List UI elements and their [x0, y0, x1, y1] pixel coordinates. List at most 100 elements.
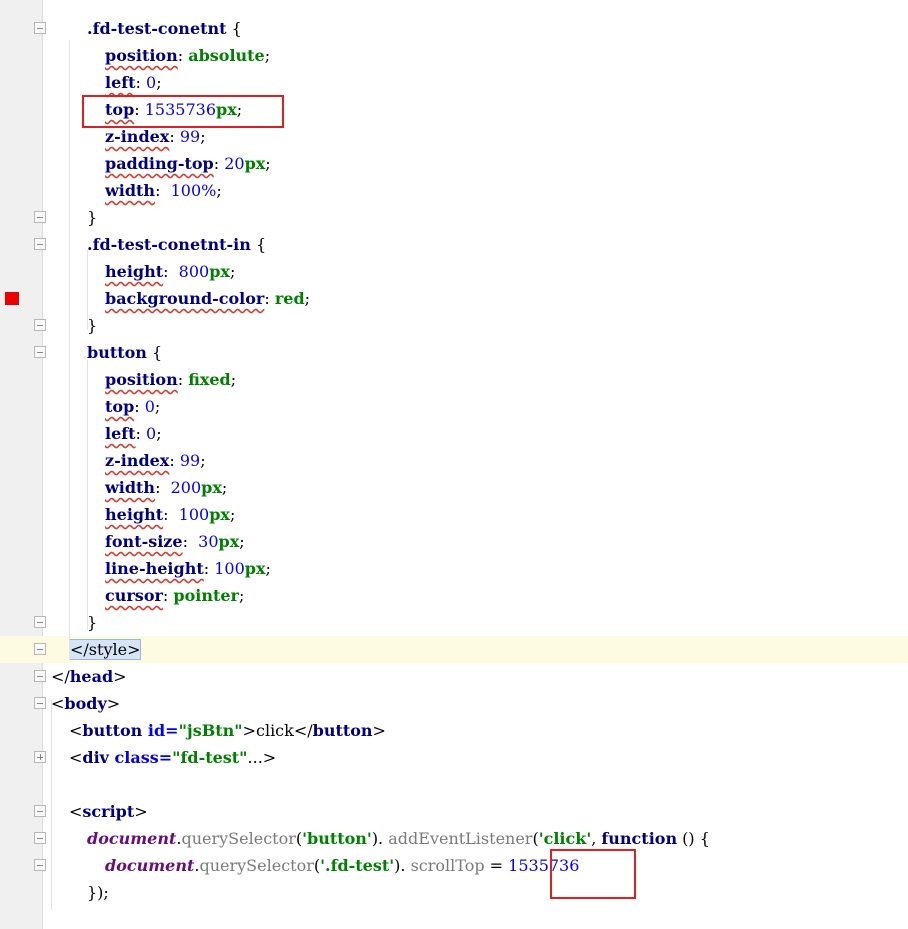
code-token: ; — [200, 451, 206, 470]
code-token: 'click' — [538, 829, 592, 848]
code-token: red — [274, 289, 305, 308]
code-line[interactable]: line-height: 100px; — [0, 555, 908, 582]
code-line[interactable]: background-color: red; — [0, 285, 908, 312]
fold-toggle-icon[interactable] — [34, 22, 46, 34]
code-line[interactable]: .fd-test-conetnt-in { — [0, 231, 908, 258]
code-token: line-height — [105, 559, 204, 578]
code-line[interactable]: cursor: pointer; — [0, 582, 908, 609]
code-line[interactable]: } — [0, 312, 908, 339]
code-token: { — [226, 19, 242, 38]
fold-toggle-icon[interactable] — [34, 697, 46, 709]
code-token: ; — [200, 127, 206, 146]
code-token: , — [591, 829, 602, 848]
fold-toggle-icon[interactable] — [34, 805, 46, 817]
code-token: id= — [147, 721, 179, 740]
code-token: ; — [239, 532, 245, 551]
indent-guide — [87, 250, 88, 330]
code-line[interactable]: left: 0; — [0, 420, 908, 447]
code-token: ). — [394, 856, 411, 875]
fold-toggle-icon[interactable] — [34, 346, 46, 358]
code-token: button — [312, 721, 373, 740]
code-line[interactable]: document.querySelector('.fd-test'). scro… — [0, 852, 908, 879]
code-token: div — [82, 748, 115, 767]
code-line[interactable]: <body> — [0, 690, 908, 717]
code-line[interactable]: } — [0, 204, 908, 231]
code-token: px — [244, 559, 266, 578]
code-line[interactable] — [0, 771, 908, 798]
code-token: height — [105, 505, 164, 524]
code-line[interactable]: } — [0, 609, 908, 636]
code-token: : — [177, 370, 189, 389]
code-token: class= — [114, 748, 173, 767]
code-line[interactable]: </style> — [0, 636, 908, 663]
code-token: > — [113, 667, 127, 686]
code-token: } — [87, 613, 98, 632]
code-line[interactable]: height: 800px; — [0, 258, 908, 285]
code-token: } — [87, 208, 98, 227]
code-token: querySelector — [199, 856, 314, 875]
code-token: : — [182, 532, 199, 551]
code-line[interactable]: font-size: 30px; — [0, 528, 908, 555]
code-token: : — [169, 127, 180, 146]
code-token: scrollTop — [410, 856, 485, 875]
code-line[interactable]: }); — [0, 879, 908, 906]
code-token: top — [105, 397, 135, 416]
code-token: width — [105, 181, 156, 200]
fold-toggle-icon[interactable] — [34, 238, 46, 250]
code-line[interactable]: width: 100%; — [0, 177, 908, 204]
code-token: ; — [238, 586, 245, 605]
code-line[interactable]: <script> — [0, 798, 908, 825]
fold-toggle-icon[interactable] — [34, 832, 46, 844]
code-token: : — [134, 397, 145, 416]
code-line[interactable]: top: 0; — [0, 393, 908, 420]
code-line[interactable]: padding-top: 20px; — [0, 150, 908, 177]
code-token: left — [105, 424, 136, 443]
code-token: 200 — [170, 478, 202, 497]
code-line[interactable]: z-index: 99; — [0, 447, 908, 474]
code-token: ; — [156, 424, 162, 443]
code-line[interactable]: document.querySelector('button'). addEve… — [0, 825, 908, 852]
code-token: ; — [265, 154, 271, 173]
code-token: z-index — [105, 451, 170, 470]
code-token: < — [69, 721, 83, 740]
code-token: "fd-test" — [172, 748, 248, 767]
fold-toggle-icon[interactable] — [34, 859, 46, 871]
code-line[interactable]: </head> — [0, 663, 908, 690]
code-token: px — [209, 505, 230, 524]
fold-toggle-icon[interactable] — [34, 211, 46, 223]
fold-toggle-icon[interactable] — [34, 643, 46, 655]
code-token: cursor — [105, 586, 163, 605]
code-line[interactable]: position: absolute; — [0, 42, 908, 69]
code-token: padding-top — [105, 154, 214, 173]
code-token: px — [201, 478, 222, 497]
code-token: ; — [154, 397, 161, 416]
code-token: button — [87, 343, 147, 362]
code-token: 800 — [178, 262, 210, 281]
code-token: querySelector — [181, 829, 296, 848]
code-line[interactable]: <div class="fd-test"...> — [0, 744, 908, 771]
fold-toggle-icon[interactable] — [34, 751, 46, 763]
code-line[interactable]: height: 100px; — [0, 501, 908, 528]
code-token: .fd-test-conetnt — [87, 19, 227, 38]
fold-toggle-icon[interactable] — [34, 319, 46, 331]
code-token: px — [209, 262, 230, 281]
code-token: position — [105, 370, 178, 389]
fold-toggle-icon[interactable] — [34, 670, 46, 682]
code-line[interactable]: width: 200px; — [0, 474, 908, 501]
code-token: 'button' — [302, 829, 372, 848]
code-token: "jsBtn" — [178, 721, 243, 740]
code-token: absolute — [188, 46, 265, 65]
code-token: font-size — [105, 532, 183, 551]
code-token: : — [177, 46, 189, 65]
indent-guide — [51, 700, 52, 910]
fold-toggle-icon[interactable] — [34, 616, 46, 628]
code-token: 20 — [224, 154, 245, 173]
code-line[interactable]: .fd-test-conetnt { — [0, 15, 908, 42]
code-line[interactable]: position: fixed; — [0, 366, 908, 393]
code-line[interactable]: button { — [0, 339, 908, 366]
code-line[interactable]: left: 0; — [0, 69, 908, 96]
code-line[interactable]: <button id="jsBtn">click</button> — [0, 717, 908, 744]
code-token: ; — [230, 370, 237, 389]
code-token: pointer — [173, 586, 239, 605]
code-token: left — [105, 73, 136, 92]
